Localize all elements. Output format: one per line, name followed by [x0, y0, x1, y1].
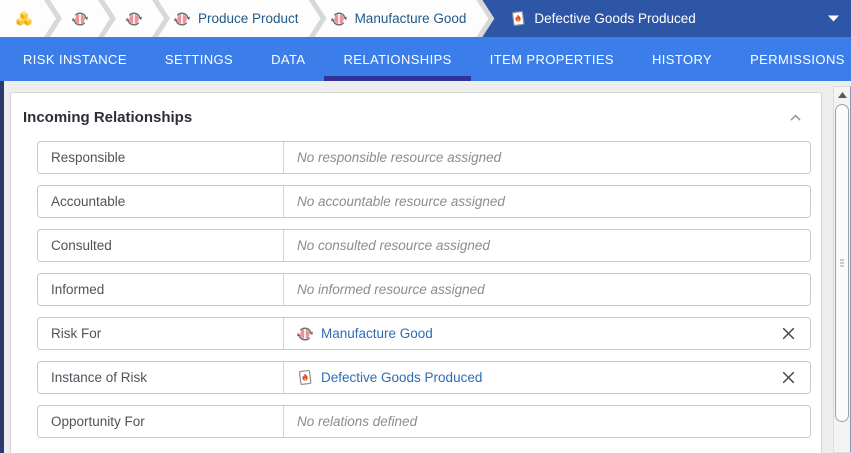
tab-risk-instance[interactable]: RISK INSTANCE	[4, 37, 146, 81]
breadcrumb-item-1[interactable]	[50, 0, 110, 37]
risk-icon	[297, 369, 313, 386]
chevron-down-icon	[828, 15, 839, 22]
row-label: Instance of Risk	[38, 362, 284, 393]
row-value: No informed resource assigned	[284, 274, 810, 305]
relationship-row-risk-for: Risk For Manufacture Good	[37, 317, 811, 350]
tab-settings[interactable]: SETTINGS	[146, 37, 252, 81]
breadcrumb-item-2[interactable]	[104, 0, 164, 37]
collapse-panel-button[interactable]	[788, 112, 803, 124]
row-label: Consulted	[38, 230, 284, 261]
panel-header: Incoming Relationships	[11, 93, 821, 141]
empty-value-text: No responsible resource assigned	[297, 150, 501, 165]
chevron-up-icon	[790, 114, 801, 122]
process-icon	[126, 11, 142, 27]
process-icon	[174, 11, 190, 27]
empty-value-text: No consulted resource assigned	[297, 238, 490, 253]
process-icon	[297, 326, 313, 342]
empty-value-text: No accountable resource assigned	[297, 194, 505, 209]
risk-icon	[510, 10, 526, 27]
scroll-up-button[interactable]	[834, 87, 850, 102]
relationship-rows: Responsible No responsible resource assig…	[11, 141, 821, 438]
relation-link-manufacture-good[interactable]: Manufacture Good	[321, 326, 433, 341]
breadcrumb-label: Defective Goods Produced	[534, 11, 695, 26]
relation-link-defective-goods-produced[interactable]: Defective Goods Produced	[321, 370, 482, 385]
row-label: Responsible	[38, 142, 284, 173]
tab-relationships[interactable]: RELATIONSHIPS	[324, 37, 470, 81]
row-value: No accountable resource assigned	[284, 186, 810, 217]
row-value: No relations defined	[284, 406, 810, 437]
breadcrumb-item-manufacture-good[interactable]: Manufacture Good	[315, 0, 489, 37]
process-icon	[72, 11, 88, 27]
row-value: No responsible resource assigned	[284, 142, 810, 173]
breadcrumb-label: Manufacture Good	[355, 11, 467, 26]
relationship-row-instance-of-risk: Instance of Risk Defective Goods Produced	[37, 361, 811, 394]
breadcrumb-dropdown-button[interactable]	[828, 0, 839, 37]
breadcrumb-item-defective-goods-produced[interactable]: Defective Goods Produced	[482, 0, 851, 37]
tab-history[interactable]: HISTORY	[633, 37, 731, 81]
remove-relation-button[interactable]	[780, 325, 797, 342]
empty-value-text: No informed resource assigned	[297, 282, 485, 297]
close-icon	[782, 327, 795, 340]
relationship-row-accountable: Accountable No accountable resource assig…	[37, 185, 811, 218]
tab-permissions[interactable]: PERMISSIONS	[731, 37, 851, 81]
scrollbar-grip	[840, 260, 844, 267]
vertical-scrollbar[interactable]	[833, 86, 851, 453]
relationship-row-opportunity-for: Opportunity For No relations defined	[37, 405, 811, 438]
row-value: Manufacture Good	[284, 318, 810, 349]
tab-bar: RISK INSTANCESETTINGSDATARELATIONSHIPSIT…	[0, 37, 851, 81]
breadcrumb-bar: Produce Product Manufacture Good Defective…	[0, 0, 851, 37]
breadcrumb-item-produce-product[interactable]: Produce Product	[158, 0, 321, 37]
relationship-row-responsible: Responsible No responsible resource assig…	[37, 141, 811, 174]
relationship-row-consulted: Consulted No consulted resource assigned	[37, 229, 811, 262]
scrollbar-thumb[interactable]	[835, 104, 849, 422]
cubes-icon	[15, 10, 33, 27]
triangle-up-icon	[838, 92, 847, 98]
empty-value-text: No relations defined	[297, 414, 417, 429]
process-icon	[331, 11, 347, 27]
tab-data[interactable]: DATA	[252, 37, 324, 81]
tab-item-properties[interactable]: ITEM PROPERTIES	[471, 37, 633, 81]
breadcrumb-label: Produce Product	[198, 11, 299, 26]
remove-relation-button[interactable]	[780, 369, 797, 386]
close-icon	[782, 371, 795, 384]
content-area: Incoming Relationships Responsible No res…	[0, 81, 851, 453]
panel-title: Incoming Relationships	[23, 109, 788, 126]
row-label: Accountable	[38, 186, 284, 217]
relationship-row-informed: Informed No informed resource assigned	[37, 273, 811, 306]
row-label: Risk For	[38, 318, 284, 349]
row-label: Informed	[38, 274, 284, 305]
row-value: No consulted resource assigned	[284, 230, 810, 261]
row-label: Opportunity For	[38, 406, 284, 437]
row-value: Defective Goods Produced	[284, 362, 810, 393]
incoming-relationships-panel: Incoming Relationships Responsible No res…	[10, 92, 822, 453]
breadcrumb: Produce Product Manufacture Good Defective…	[0, 0, 851, 37]
breadcrumb-item-0[interactable]	[0, 0, 56, 37]
